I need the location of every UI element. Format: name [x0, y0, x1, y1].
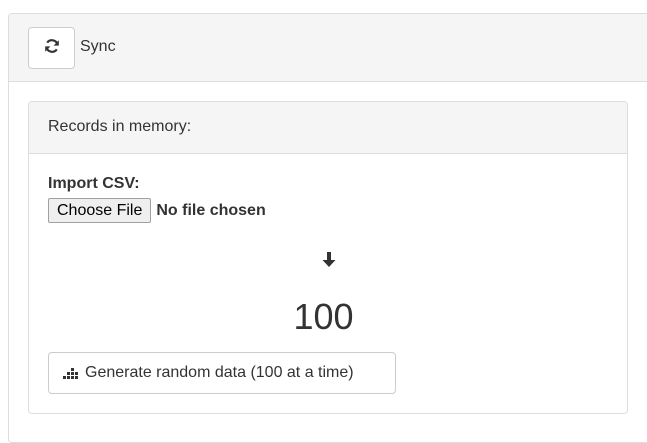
record-count: 100	[293, 296, 354, 337]
sync-button[interactable]	[28, 27, 75, 69]
choose-file-button[interactable]: Choose File	[48, 198, 152, 223]
generate-random-data-button[interactable]: Generate random data (100 at a time)	[48, 352, 396, 394]
bar-chart-icon	[63, 366, 79, 380]
import-csv-label: Import CSV:	[48, 175, 140, 192]
generate-button-label: Generate random data (100 at a time)	[85, 364, 354, 381]
refresh-icon	[44, 38, 60, 59]
file-status: No file chosen	[156, 201, 266, 219]
file-input: Choose File No file chosen	[48, 198, 266, 223]
arrow-down-icon	[321, 250, 337, 270]
sync-label: Sync	[80, 38, 116, 55]
panel-heading: Records in memory:	[29, 102, 627, 154]
